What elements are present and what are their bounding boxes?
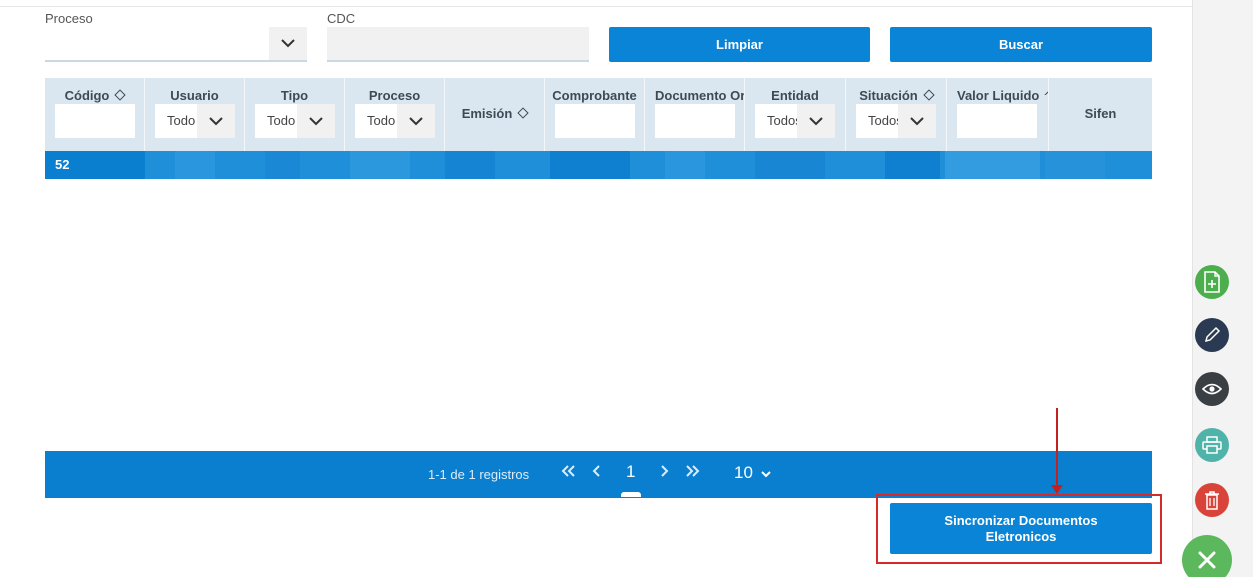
col-codigo-label: Código (64, 88, 110, 103)
page-size-select[interactable]: 10 (734, 463, 771, 483)
limpiar-button[interactable]: Limpiar (609, 27, 870, 62)
print-button[interactable] (1195, 428, 1229, 462)
entidad-filter-select[interactable]: Todos (755, 104, 835, 138)
current-page-indicator (621, 492, 641, 497)
chevron-down-icon (797, 104, 835, 138)
record-count: 1-1 de 1 registros (428, 467, 530, 482)
situacion-filter-select[interactable]: Todos (856, 104, 936, 138)
col-usuario-label: Usuario (170, 88, 219, 103)
entidad-filter-value: Todos (767, 113, 797, 128)
col-sifen-label: Sifen (1084, 106, 1117, 121)
proceso-filter-label: Proceso (45, 11, 93, 26)
sort-icon[interactable] (517, 107, 529, 119)
usuario-filter-select[interactable]: Todo (155, 104, 235, 138)
right-action-sidebar (1182, 0, 1253, 577)
sort-icon[interactable] (114, 89, 127, 101)
usuario-filter-value: Todo (167, 113, 196, 128)
col-emision-label: Emisión (461, 106, 513, 121)
documents-table: Código Usuario Todo Tipo Todo Proceso To… (45, 78, 1152, 179)
add-document-icon (1204, 271, 1220, 293)
page-size-value: 10 (734, 463, 753, 482)
top-divider (0, 6, 1192, 7)
pagination-bar: 1-1 de 1 registros 1 10 (45, 451, 1152, 498)
col-documento-label: Documento Or (655, 88, 744, 103)
next-page-icon[interactable] (659, 464, 669, 483)
cdc-filter-label: CDC (327, 11, 356, 26)
col-emision[interactable]: Emisión (445, 78, 545, 151)
current-page[interactable]: 1 (626, 462, 635, 482)
pencil-icon (1204, 326, 1221, 343)
first-page-icon[interactable] (560, 464, 576, 483)
comprobante-filter-input[interactable] (555, 104, 635, 138)
buscar-button[interactable]: Buscar (890, 27, 1152, 62)
col-usuario: Usuario Todo (145, 78, 245, 151)
sync-button-line1: Sincronizar Documentos (944, 512, 1098, 528)
close-button[interactable] (1182, 535, 1232, 577)
col-situacion[interactable]: Situación Todos (846, 78, 947, 151)
table-header: Código Usuario Todo Tipo Todo Proceso To… (45, 78, 1152, 151)
eye-icon (1202, 383, 1222, 395)
col-codigo[interactable]: Código (45, 78, 145, 151)
cdc-input[interactable] (327, 27, 589, 62)
row-redacted-cells (145, 151, 1152, 179)
sync-button-line2: Eletronicos (985, 528, 1057, 544)
col-proceso-label: Proceso (368, 88, 421, 103)
col-sifen: Sifen (1049, 78, 1152, 151)
table-row[interactable]: 52 (45, 151, 1152, 179)
col-entidad-label: Entidad (771, 88, 819, 103)
col-comprobante: Comprobante (545, 78, 645, 151)
col-entidad: Entidad Todos (745, 78, 846, 151)
col-comprobante-label: Comprobante (552, 88, 637, 103)
documento-filter-input[interactable] (655, 104, 735, 138)
col-valor-liquido-label: Valor Liquido (957, 88, 1040, 103)
delete-button[interactable] (1195, 483, 1229, 517)
annotation-arrow-line (1056, 408, 1058, 488)
trash-icon (1205, 491, 1219, 510)
printer-icon (1202, 436, 1222, 454)
proceso-filter-value: Todo (367, 113, 396, 128)
col-tipo: Tipo Todo (245, 78, 345, 151)
tipo-filter-value: Todo (267, 113, 296, 128)
add-document-button[interactable] (1195, 265, 1229, 299)
prev-page-icon[interactable] (592, 464, 602, 483)
last-page-icon[interactable] (685, 464, 701, 483)
valor-liquido-filter-input[interactable] (957, 104, 1037, 138)
col-valor-liquido[interactable]: Valor Liquido (947, 78, 1049, 151)
annotation-arrow-head (1051, 485, 1063, 494)
chevron-down-icon (760, 471, 771, 478)
page: Proceso CDC Limpiar Buscar Código Usuari… (0, 0, 1253, 577)
chevron-down-icon (297, 104, 335, 138)
chevron-down-icon (898, 104, 936, 138)
sort-icon[interactable] (923, 89, 935, 101)
col-proceso: Proceso Todo (345, 78, 445, 151)
edit-button[interactable] (1195, 318, 1229, 352)
cell-codigo: 52 (45, 151, 145, 179)
col-situacion-label: Situación (859, 88, 918, 103)
chevron-down-icon (397, 104, 435, 138)
sync-documents-button[interactable]: Sincronizar Documentos Eletronicos (890, 503, 1152, 554)
chevron-down-icon (197, 104, 235, 138)
sort-icon[interactable] (1044, 89, 1048, 101)
codigo-filter-input[interactable] (55, 104, 135, 138)
view-button[interactable] (1195, 372, 1229, 406)
proceso-select[interactable] (45, 27, 307, 62)
proceso-filter-select[interactable]: Todo (355, 104, 435, 138)
tipo-filter-select[interactable]: Todo (255, 104, 335, 138)
col-tipo-label: Tipo (280, 88, 309, 103)
close-icon (1198, 551, 1216, 569)
col-documento: Documento Or (645, 78, 745, 151)
chevron-down-icon (269, 27, 307, 60)
situacion-filter-value: Todos (868, 113, 898, 128)
